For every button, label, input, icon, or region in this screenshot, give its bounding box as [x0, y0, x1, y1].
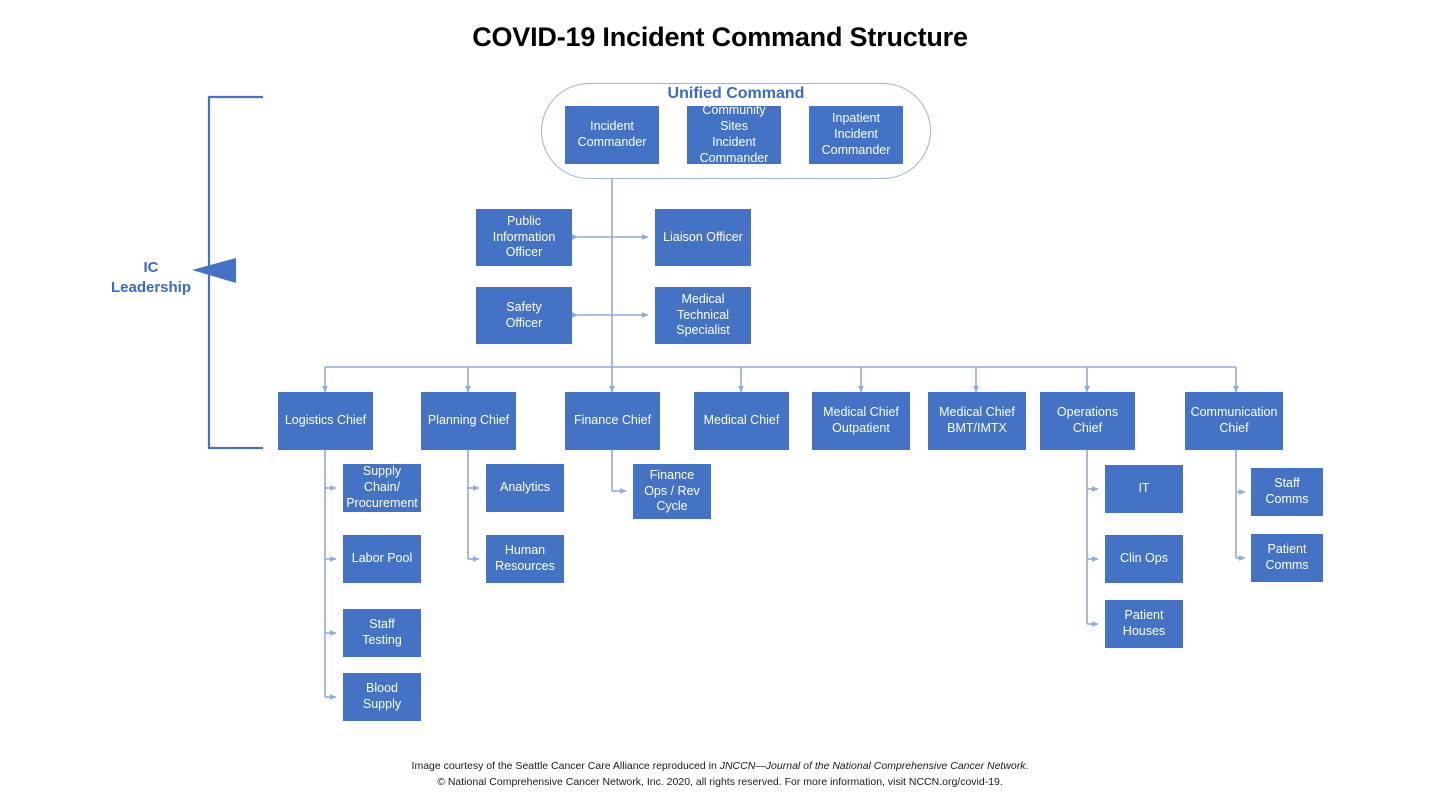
node-medical-technical-specialist[interactable]: Medical Technical Specialist	[655, 287, 751, 344]
footer-line-1: Image courtesy of the Seattle Cancer Car…	[0, 759, 1440, 775]
footer-attribution: Image courtesy of the Seattle Cancer Car…	[0, 759, 1440, 791]
node-patient-houses[interactable]: Patient Houses	[1105, 600, 1183, 648]
node-planning-chief[interactable]: Planning Chief	[421, 392, 516, 450]
node-public-information-officer[interactable]: Public Information Officer	[476, 209, 572, 266]
node-community-sites-incident-commander[interactable]: Community Sites Incident Commander	[687, 103, 781, 165]
node-incident-commander[interactable]: Incident Commander	[565, 106, 659, 164]
node-finance-chief[interactable]: Finance Chief	[565, 392, 660, 450]
node-finance-ops-rev-cycle[interactable]: Finance Ops / Rev Cycle	[633, 464, 711, 519]
node-medical-chief-outpatient[interactable]: Medical Chief Outpatient	[812, 392, 910, 450]
footer-line-2: © National Comprehensive Cancer Network,…	[437, 775, 1003, 788]
node-logistics-chief[interactable]: Logistics Chief	[278, 392, 373, 450]
node-medical-chief-bmt-imtx[interactable]: Medical Chief BMT/IMTX	[928, 392, 1026, 450]
node-analytics[interactable]: Analytics	[486, 464, 564, 512]
footer-journal-name: JNCCN—Journal of the National Comprehens…	[719, 760, 1026, 772]
node-operations-chief[interactable]: Operations Chief	[1040, 392, 1135, 450]
node-liaison-officer[interactable]: Liaison Officer	[655, 209, 751, 266]
node-medical-chief[interactable]: Medical Chief	[694, 392, 789, 450]
unified-command-title: Unified Command	[667, 85, 805, 102]
node-it[interactable]: IT	[1105, 465, 1183, 513]
footer-line-1-pre: Image courtesy of the Seattle Cancer Car…	[411, 760, 720, 772]
page-title: COVID-19 Incident Command Structure	[472, 22, 968, 52]
node-human-resources[interactable]: Human Resources	[486, 535, 564, 583]
diagram-canvas: COVID-19 Incident Command Structure Unif…	[0, 0, 1440, 810]
ic-leadership-bracket	[207, 95, 263, 450]
node-patient-comms[interactable]: Patient Comms	[1251, 534, 1323, 582]
node-communication-chief[interactable]: Communication Chief	[1185, 392, 1283, 450]
ic-leadership-label: IC Leadership	[110, 259, 192, 297]
node-blood-supply[interactable]: Blood Supply	[343, 673, 421, 721]
node-staff-testing[interactable]: Staff Testing	[343, 609, 421, 657]
node-labor-pool[interactable]: Labor Pool	[343, 535, 421, 583]
node-safety-officer[interactable]: Safety Officer	[476, 287, 572, 344]
node-clin-ops[interactable]: Clin Ops	[1105, 535, 1183, 583]
node-supply-chain-procurement[interactable]: Supply Chain/ Procurement	[343, 464, 421, 512]
node-staff-comms[interactable]: Staff Comms	[1251, 468, 1323, 516]
node-inpatient-incident-commander[interactable]: Inpatient Incident Commander	[809, 106, 903, 164]
footer-line-1-post: .	[1025, 760, 1029, 772]
